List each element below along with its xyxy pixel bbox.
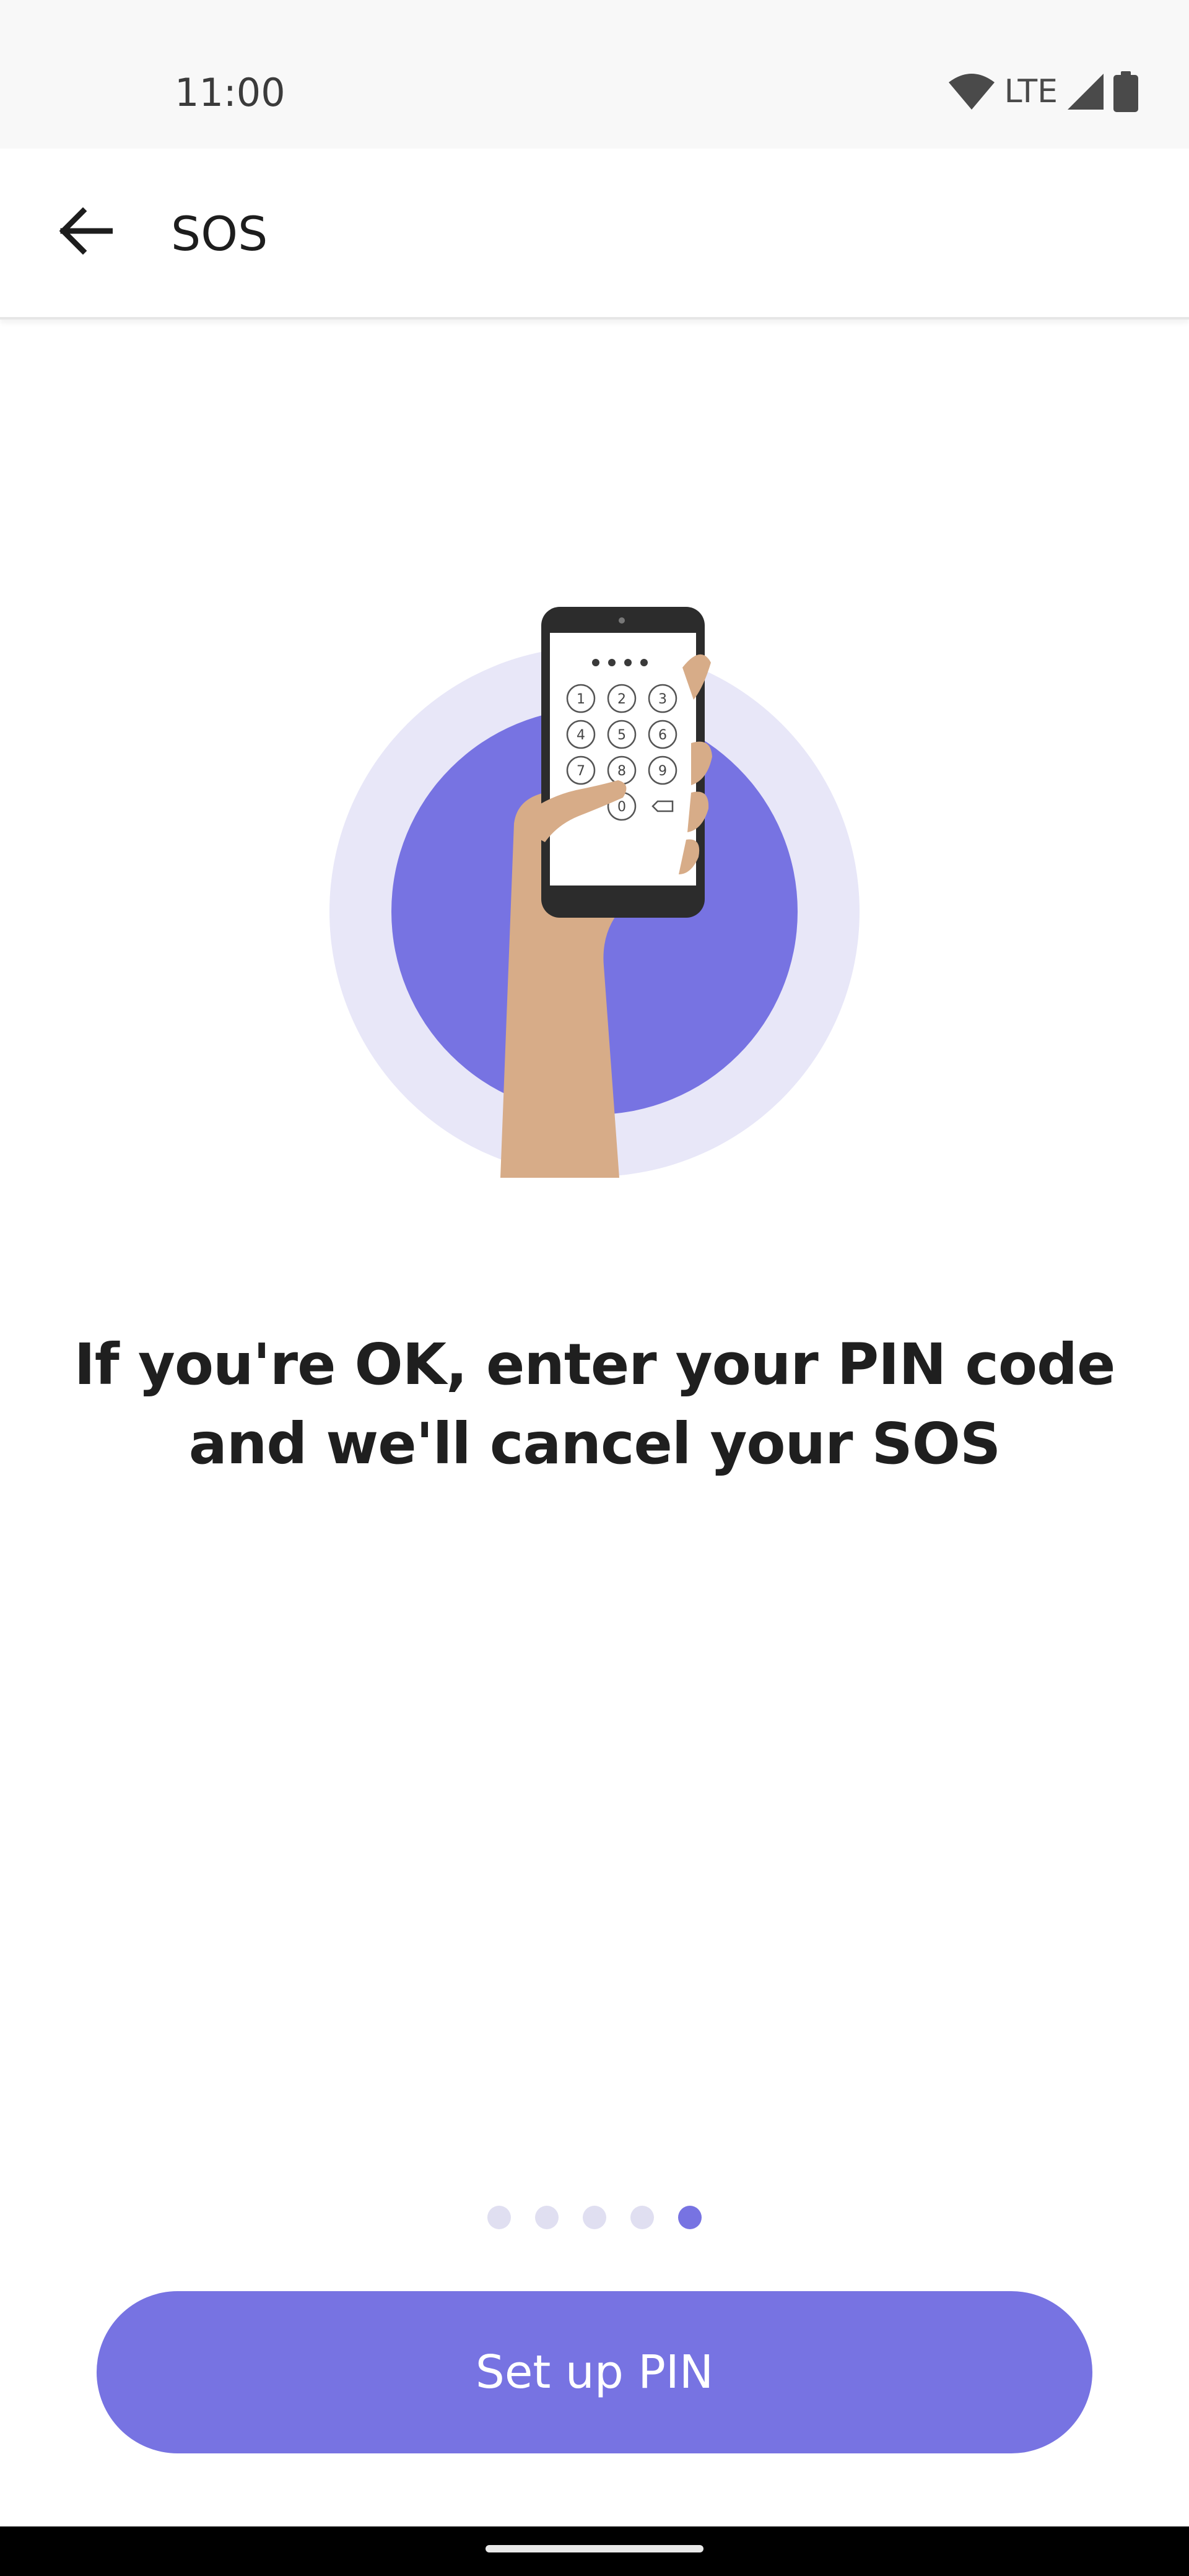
page-dot-1 (487, 2206, 511, 2229)
keypad-key-4: 4 (577, 728, 585, 743)
status-bar: 11:00 LTE (0, 0, 1189, 149)
keypad-key-3: 3 (658, 692, 667, 707)
keypad-key-5: 5 (617, 728, 626, 743)
keypad-key-0: 0 (617, 799, 626, 815)
cell-signal-icon (1066, 72, 1105, 111)
hand-phone-illustration: 1 2 3 4 5 6 7 8 9 0 (328, 594, 861, 1189)
instruction-heading: If you're OK, enter your PIN code and we… (74, 1331, 1116, 1477)
keypad-key-1: 1 (577, 692, 585, 707)
keypad-key-8: 8 (617, 764, 626, 779)
status-time: 11:00 (175, 70, 285, 115)
keypad-key-7: 7 (577, 764, 585, 779)
set-up-pin-button[interactable]: Set up PIN (97, 2291, 1092, 2453)
keypad-key-9: 9 (658, 764, 667, 779)
page-dot-5-active (678, 2206, 702, 2229)
page-dot-4 (630, 2206, 654, 2229)
keypad-key-2: 2 (617, 692, 626, 707)
home-indicator[interactable] (486, 2545, 703, 2552)
system-navigation-bar (0, 2526, 1189, 2576)
page-dot-3 (583, 2206, 606, 2229)
arrow-left-icon (57, 206, 113, 259)
keypad-key-6: 6 (658, 728, 667, 743)
status-icons: LTE (947, 67, 1138, 116)
app-bar: SOS (0, 149, 1189, 320)
wifi-icon (947, 72, 996, 111)
page-indicator (0, 2206, 1189, 2229)
page-title: SOS (171, 206, 268, 261)
page-dot-2 (535, 2206, 559, 2229)
battery-icon (1113, 71, 1138, 112)
back-button[interactable] (38, 186, 131, 279)
network-label: LTE (1004, 73, 1058, 110)
